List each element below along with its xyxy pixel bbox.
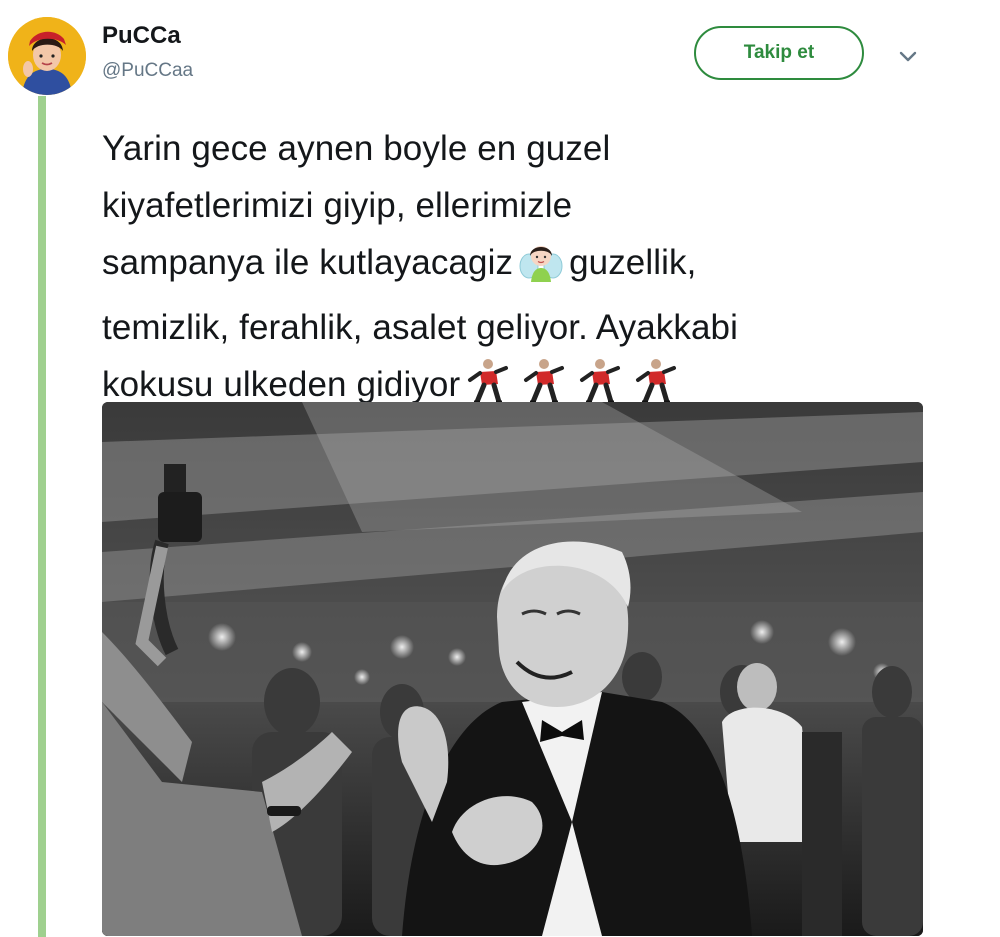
user-handle[interactable]: @PuCCaa <box>102 60 193 82</box>
tweet-text: Yarin gece aynen boyle en guzel kiyafetl… <box>102 120 942 421</box>
tweet-text-segment: guzellik, <box>569 243 697 282</box>
follow-button[interactable]: Takip et <box>694 26 864 80</box>
tweet-text-segment: sampanya ile kutlayacagiz <box>102 243 514 282</box>
tweet-text-segment: kokusu ulkeden gidiyor <box>102 365 461 404</box>
fairy-emoji-icon <box>519 238 563 299</box>
tweet-line: Yarin gece aynen boyle en guzel <box>102 129 611 168</box>
avatar[interactable] <box>8 17 86 95</box>
tweet-line: temizlik, ferahlik, asalet geliyor. Ayak… <box>102 308 738 347</box>
tweet-line: sampanya ile kutlayacagiz guzellik, <box>102 234 942 299</box>
thread-line <box>38 96 46 937</box>
tweet-photo[interactable] <box>102 402 923 936</box>
display-name[interactable]: PuCCa <box>102 22 181 50</box>
tweet-line: kiyafetlerimizi giyip, ellerimizle <box>102 186 573 225</box>
chevron-down-icon[interactable] <box>896 44 920 68</box>
